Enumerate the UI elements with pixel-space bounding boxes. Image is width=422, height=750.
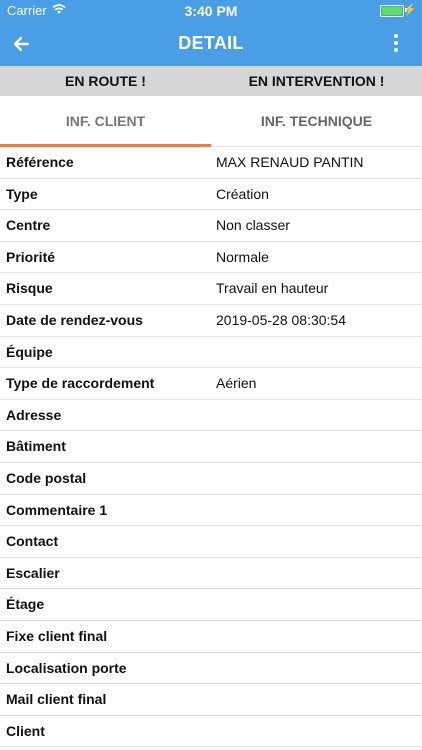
- field-label: Client: [6, 722, 45, 739]
- field-label: Code postal: [6, 469, 87, 486]
- list-item: Priorité Normale: [0, 242, 422, 274]
- list-item: Code postal: [0, 463, 422, 495]
- more-vertical-icon[interactable]: [392, 32, 400, 56]
- field-value: Travail en hauteur: [216, 280, 329, 297]
- field-label: Type: [6, 185, 38, 202]
- list-item: Client: [0, 716, 422, 748]
- action-bar: EN ROUTE ! EN INTERVENTION !: [0, 66, 422, 96]
- field-label: Type de raccordement: [6, 375, 155, 392]
- list-item: Équipe: [0, 337, 422, 369]
- list-item: Adresse: [0, 400, 422, 432]
- battery-icon: [380, 5, 404, 17]
- list-item: Mail client final: [0, 684, 422, 716]
- en-intervention-button[interactable]: EN INTERVENTION !: [211, 66, 422, 96]
- field-label: Commentaire 1: [6, 501, 108, 518]
- list-item: Type de raccordement Aérien: [0, 368, 422, 400]
- field-label: Fixe client final: [6, 627, 108, 644]
- field-label: Référence: [6, 154, 74, 170]
- field-label: Escalier: [6, 564, 60, 581]
- field-label: Mail client final: [6, 691, 107, 708]
- field-value: Aérien: [216, 375, 257, 392]
- field-value: 2019-05-28 08:30:54: [216, 311, 346, 328]
- field-label: Priorité: [6, 248, 56, 265]
- field-label: Date de rendez-vous: [6, 311, 143, 328]
- client-info-list: Référence MAX RENAUD PANTIN Type Création …: [0, 147, 422, 748]
- list-item: Escalier: [0, 558, 422, 590]
- field-value: MAX RENAUD PANTIN: [216, 154, 364, 170]
- list-item: Fixe client final: [0, 621, 422, 653]
- list-item: Bâtiment: [0, 431, 422, 463]
- field-label: Centre: [6, 217, 51, 234]
- field-value: Non classer: [216, 217, 290, 234]
- list-item: Centre Non classer: [0, 210, 422, 242]
- list-item: Type Création: [0, 179, 422, 211]
- field-value: Création: [216, 185, 269, 202]
- field-label: Adresse: [6, 406, 62, 423]
- status-time: 3:40 PM: [184, 3, 238, 19]
- list-item: Contact: [0, 526, 422, 558]
- field-label: Équipe: [6, 343, 53, 360]
- en-route-button[interactable]: EN ROUTE !: [0, 66, 211, 96]
- nav-bar: DETAIL: [0, 22, 422, 66]
- list-item: Référence MAX RENAUD PANTIN: [0, 147, 422, 179]
- field-label: Contact: [6, 533, 59, 550]
- field-label: Localisation porte: [6, 659, 127, 676]
- tab-bar: INF. CLIENT INF. TECHNIQUE: [0, 96, 422, 147]
- field-label: Étage: [6, 596, 45, 613]
- field-label: Bâtiment: [6, 438, 66, 455]
- field-label: Risque: [6, 280, 53, 297]
- tab-inf-technique[interactable]: INF. TECHNIQUE: [211, 96, 422, 146]
- field-value: Normale: [216, 248, 269, 265]
- list-item: Localisation porte: [0, 653, 422, 685]
- charging-icon: ⚡: [403, 4, 417, 16]
- list-item: Risque Travail en hauteur: [0, 273, 422, 305]
- list-item: Commentaire 1: [0, 495, 422, 527]
- list-item: Étage: [0, 589, 422, 621]
- tab-inf-client[interactable]: INF. CLIENT: [0, 96, 211, 147]
- status-bar: Carrier 3:40 PM ⚡: [0, 0, 422, 22]
- list-item: Date de rendez-vous 2019-05-28 08:30:54: [0, 305, 422, 337]
- page-title: DETAIL: [178, 33, 244, 53]
